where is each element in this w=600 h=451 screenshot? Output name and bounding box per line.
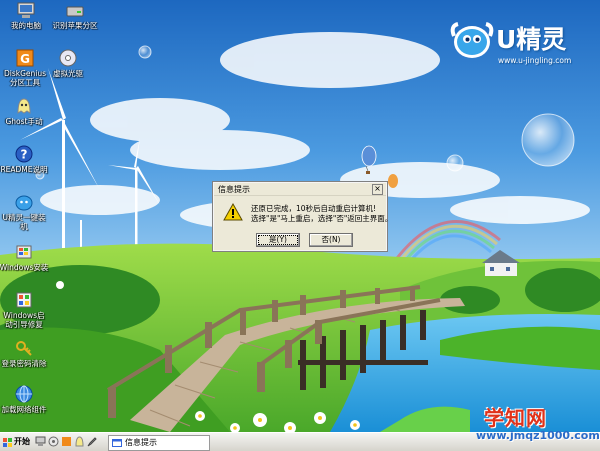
- start-label: 开始: [14, 437, 30, 446]
- dialog-close-button[interactable]: ×: [372, 184, 383, 195]
- desktop-icon-virtual-drive[interactable]: 虚拟光驱: [42, 48, 94, 78]
- help-icon: ?: [15, 145, 33, 163]
- desktop-icon-password-clear[interactable]: 登录密码清除: [0, 338, 50, 368]
- drive-icon: [66, 6, 84, 17]
- computer-icon: [17, 2, 35, 18]
- svg-text:G: G: [20, 52, 30, 66]
- start-button[interactable]: 开始: [1, 435, 31, 449]
- quicklaunch-pen-icon[interactable]: [87, 436, 98, 447]
- desktop-icon-recognize-partition[interactable]: 识别苹果分区: [45, 2, 105, 30]
- warning-icon: [223, 203, 243, 221]
- quicklaunch-ghost-icon[interactable]: [74, 436, 85, 447]
- desktop-icon-windows-install[interactable]: Windows安装: [0, 242, 50, 272]
- ghost-icon: [17, 98, 31, 114]
- taskbar-button-info-dialog[interactable]: 信息提示: [108, 435, 210, 451]
- desktop-icon-ujingling-install[interactable]: U精灵一键装机: [0, 192, 50, 231]
- desktop-icon-label: DiskGenius分区工具: [3, 69, 47, 87]
- no-button[interactable]: 否(N): [309, 233, 353, 247]
- dialog-message-line2: 选择"是"马上重启，选择"否"返回主界面。: [251, 214, 393, 223]
- cd-icon: [59, 49, 77, 67]
- watermark-url: www.jmqz1000.com: [476, 429, 600, 442]
- desktop-icon-network-component[interactable]: 加载网络组件: [0, 384, 50, 414]
- desktop-icon-label: 识别苹果分区: [52, 21, 98, 30]
- taskbar-button-label: 信息提示: [125, 438, 157, 447]
- svg-text:?: ?: [21, 148, 28, 162]
- desktop-icon-label: README说明: [0, 165, 48, 174]
- desktop-icon-label: U精灵一键装机: [2, 213, 46, 231]
- window-icon: [112, 439, 122, 447]
- network-icon: [15, 385, 33, 403]
- diskgenius-icon: G: [16, 49, 34, 67]
- ujingling-icon: [15, 195, 33, 211]
- boot-repair-icon: [16, 292, 32, 308]
- yes-button[interactable]: 是(Y): [256, 233, 300, 247]
- windows-setup-icon: [16, 245, 32, 259]
- desktop-icon-ghost[interactable]: Ghost手动: [0, 96, 50, 126]
- dialog-title: 信息提示: [218, 185, 250, 194]
- ujingling-logo: U精灵 www.u-jingling.com: [448, 16, 598, 72]
- logo-url-text: www.u-jingling.com: [498, 56, 572, 65]
- desktop: 我的电脑 识别苹果分区 G DiskGenius分区工具 虚拟光驱 Ghost手…: [0, 0, 600, 432]
- quicklaunch-computer-icon[interactable]: [35, 436, 46, 447]
- info-dialog: 信息提示 × 还原已完成，10秒后自动重启计算机! 选择"是"马上重启，选择"否…: [212, 181, 392, 252]
- desktop-icon-label: Ghost手动: [5, 117, 43, 126]
- watermark-title: 学知网: [484, 406, 547, 430]
- logo-brand-text: U精灵: [496, 25, 567, 54]
- ujingling-mascot-icon: [450, 22, 494, 58]
- dialog-titlebar[interactable]: 信息提示 ×: [214, 183, 386, 196]
- desktop-icon-label: Windows启动引导修复: [3, 311, 45, 329]
- desktop-icon-label: 登录密码清除: [1, 359, 47, 368]
- desktop-icon-label: 加载网络组件: [1, 405, 47, 414]
- desktop-icon-windows-boot-repair[interactable]: Windows启动引导修复: [0, 290, 50, 329]
- windows-logo-icon: [3, 438, 12, 447]
- desktop-icon-label: 虚拟光驱: [53, 69, 83, 78]
- key-icon: [16, 341, 32, 356]
- desktop-icon-readme[interactable]: ? README说明: [0, 144, 50, 174]
- quicklaunch-tool-icon[interactable]: [48, 436, 59, 447]
- quicklaunch-diskgenius-icon[interactable]: [61, 436, 72, 447]
- desktop-icon-label: Windows安装: [0, 263, 49, 272]
- site-watermark: 学知网 www.jmqz1000.com: [470, 398, 600, 450]
